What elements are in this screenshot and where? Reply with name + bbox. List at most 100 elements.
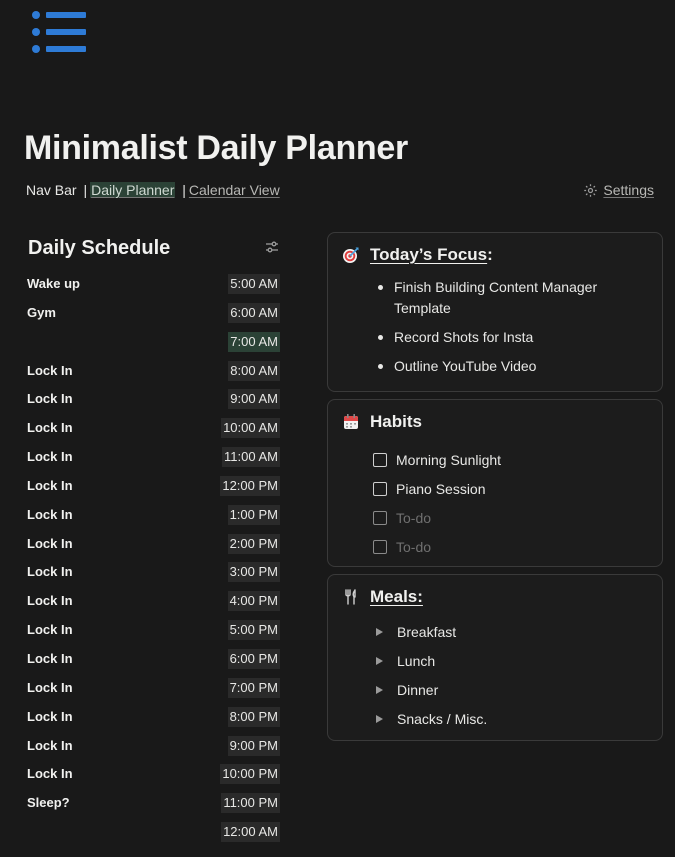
focus-card: Today’s Focus: Finish Building Content M… — [327, 232, 663, 392]
schedule-row[interactable]: 7:00 AM — [26, 331, 280, 361]
page-title: Minimalist Daily Planner — [24, 128, 408, 167]
schedule-time: 2:00 PM — [227, 533, 280, 554]
schedule-time: 10:00 PM — [220, 764, 280, 785]
schedule-time: 9:00 AM — [228, 389, 280, 410]
schedule-row[interactable]: Lock In 11:00 AM — [26, 447, 280, 476]
list-item[interactable]: Record Shots for Insta — [376, 327, 646, 348]
schedule-row[interactable]: Lock In 3:00 PM — [26, 562, 280, 591]
schedule-activity: Lock In — [27, 679, 73, 695]
schedule-activity: Sleep? — [27, 795, 70, 811]
schedule-row[interactable]: Lock In 7:00 PM — [26, 677, 280, 707]
schedule-time: 8:00 PM — [227, 706, 280, 727]
toggle-triangle-icon[interactable] — [376, 657, 383, 666]
daily-schedule: Daily Schedule Wake up 5:00 AM Gym 6:00 AM… — [26, 234, 280, 843]
schedule-time: 5:00 AM — [228, 274, 280, 294]
checkbox[interactable] — [373, 539, 387, 554]
schedule-activity: Lock In — [27, 506, 73, 522]
toggle-label: Dinner — [397, 681, 439, 698]
gear-icon — [584, 183, 598, 197]
settings-link[interactable]: Settings — [583, 182, 654, 198]
schedule-activity: Wake up — [27, 276, 80, 291]
toggle-label: Snacks / Misc. — [397, 710, 488, 727]
toggle-item[interactable]: Snacks / Misc. — [373, 704, 487, 733]
schedule-row[interactable]: Lock In 12:00 PM — [26, 475, 280, 505]
habits-title: Habits — [370, 412, 422, 431]
schedule-row[interactable]: Lock In 8:00 PM — [26, 706, 280, 736]
schedule-row[interactable]: Lock In 5:00 PM — [26, 620, 280, 649]
list-icon[interactable] — [32, 10, 88, 54]
list-item[interactable]: Finish Building Content Manager Template — [376, 277, 646, 319]
nav-link-daily-planner[interactable]: Daily Planner — [90, 182, 176, 198]
schedule-activity: Lock In — [27, 391, 73, 407]
schedule-row[interactable]: Wake up 5:00 AM — [26, 274, 280, 303]
nav-bar-label: Nav Bar — [26, 182, 77, 198]
meals-title: Meals: — [370, 587, 423, 606]
list-item[interactable]: Outline YouTube Video — [376, 356, 646, 377]
schedule-time: 10:00 AM — [221, 418, 280, 439]
habits-card: Habits Morning Sunlight Piano Session To… — [327, 399, 663, 567]
schedule-row[interactable]: Sleep? 11:00 PM — [26, 793, 280, 822]
schedule-activity: Gym — [27, 304, 56, 320]
schedule-activity: Lock In — [27, 650, 73, 666]
schedule-row[interactable]: Lock In 4:00 PM — [26, 591, 280, 620]
toggle-triangle-icon[interactable] — [376, 628, 383, 637]
checkbox[interactable] — [373, 510, 387, 525]
schedule-time: 9:00 PM — [227, 735, 280, 756]
target-icon — [343, 247, 359, 263]
sliders-icon[interactable] — [265, 240, 279, 254]
toggle-triangle-icon[interactable] — [376, 714, 383, 723]
checkbox[interactable] — [373, 481, 387, 496]
habit-label: To-do — [396, 538, 432, 555]
schedule-time: 7:00 AM — [228, 331, 280, 352]
schedule-time: 8:00 AM — [228, 360, 280, 381]
meals-list: Breakfast Lunch Dinner Snacks / Misc. — [373, 618, 487, 733]
toggle-label: Lunch — [397, 653, 436, 670]
schedule-time: 12:00 AM — [221, 822, 280, 843]
meals-card: Meals: Breakfast Lunch Dinner Snacks / M… — [327, 574, 663, 741]
schedule-time: 11:00 PM — [221, 793, 280, 814]
schedule-row[interactable]: Lock In 2:00 PM — [26, 533, 280, 563]
schedule-row[interactable]: Lock In 6:00 PM — [26, 648, 280, 678]
schedule-activity: Lock In — [27, 535, 73, 551]
toggle-item[interactable]: Dinner — [373, 676, 487, 705]
habit-item[interactable]: To-do — [373, 532, 501, 561]
schedule-time: 6:00 PM — [227, 648, 280, 669]
schedule-row[interactable]: Lock In 9:00 PM — [26, 735, 280, 765]
toggle-item[interactable]: Breakfast — [373, 618, 487, 647]
schedule-time: 5:00 PM — [227, 620, 280, 641]
habit-item[interactable]: Morning Sunlight — [373, 445, 501, 474]
schedule-time: 7:00 PM — [227, 677, 280, 698]
schedule-activity: Lock In — [27, 593, 73, 609]
schedule-time: 12:00 PM — [220, 475, 280, 496]
settings-label: Settings — [603, 182, 654, 198]
fork-knife-icon — [345, 589, 356, 605]
schedule-row[interactable]: Lock In 10:00 AM — [26, 418, 280, 447]
schedule-row[interactable]: 12:00 AM — [26, 822, 280, 851]
nav-separator: | — [83, 182, 88, 198]
schedule-row[interactable]: Lock In 1:00 PM — [26, 504, 280, 534]
schedule-row[interactable]: Lock In 8:00 AM — [26, 360, 280, 390]
schedule-time: 4:00 PM — [227, 591, 280, 612]
nav-link-calendar-view[interactable]: Calendar View — [189, 182, 280, 198]
schedule-time: 11:00 AM — [222, 447, 280, 468]
toggle-item[interactable]: Lunch — [373, 647, 487, 676]
focus-list: Finish Building Content Manager Template… — [376, 277, 646, 385]
focus-title: Today’s Focus — [370, 245, 488, 264]
schedule-row[interactable]: Gym 6:00 AM — [26, 302, 280, 332]
schedule-time: 1:00 PM — [227, 504, 280, 525]
schedule-activity: Lock In — [27, 362, 73, 378]
schedule-row[interactable]: Lock In 10:00 PM — [26, 764, 280, 793]
habit-label: Morning Sunlight — [396, 451, 502, 468]
schedule-activity: Lock In — [27, 449, 73, 465]
habit-item[interactable]: To-do — [373, 503, 501, 532]
nav-separator: | — [182, 182, 186, 198]
schedule-activity: Lock In — [27, 477, 73, 493]
toggle-triangle-icon[interactable] — [376, 685, 383, 694]
nav-bar: Nav Bar | Daily Planner | Calendar View — [26, 182, 280, 198]
habit-label: To-do — [396, 509, 432, 526]
checkbox[interactable] — [373, 452, 387, 467]
habit-item[interactable]: Piano Session — [373, 474, 501, 503]
schedule-row[interactable]: Lock In 9:00 AM — [26, 389, 280, 418]
focus-title-suffix: : — [487, 245, 493, 264]
schedule-time: 6:00 AM — [228, 302, 280, 323]
